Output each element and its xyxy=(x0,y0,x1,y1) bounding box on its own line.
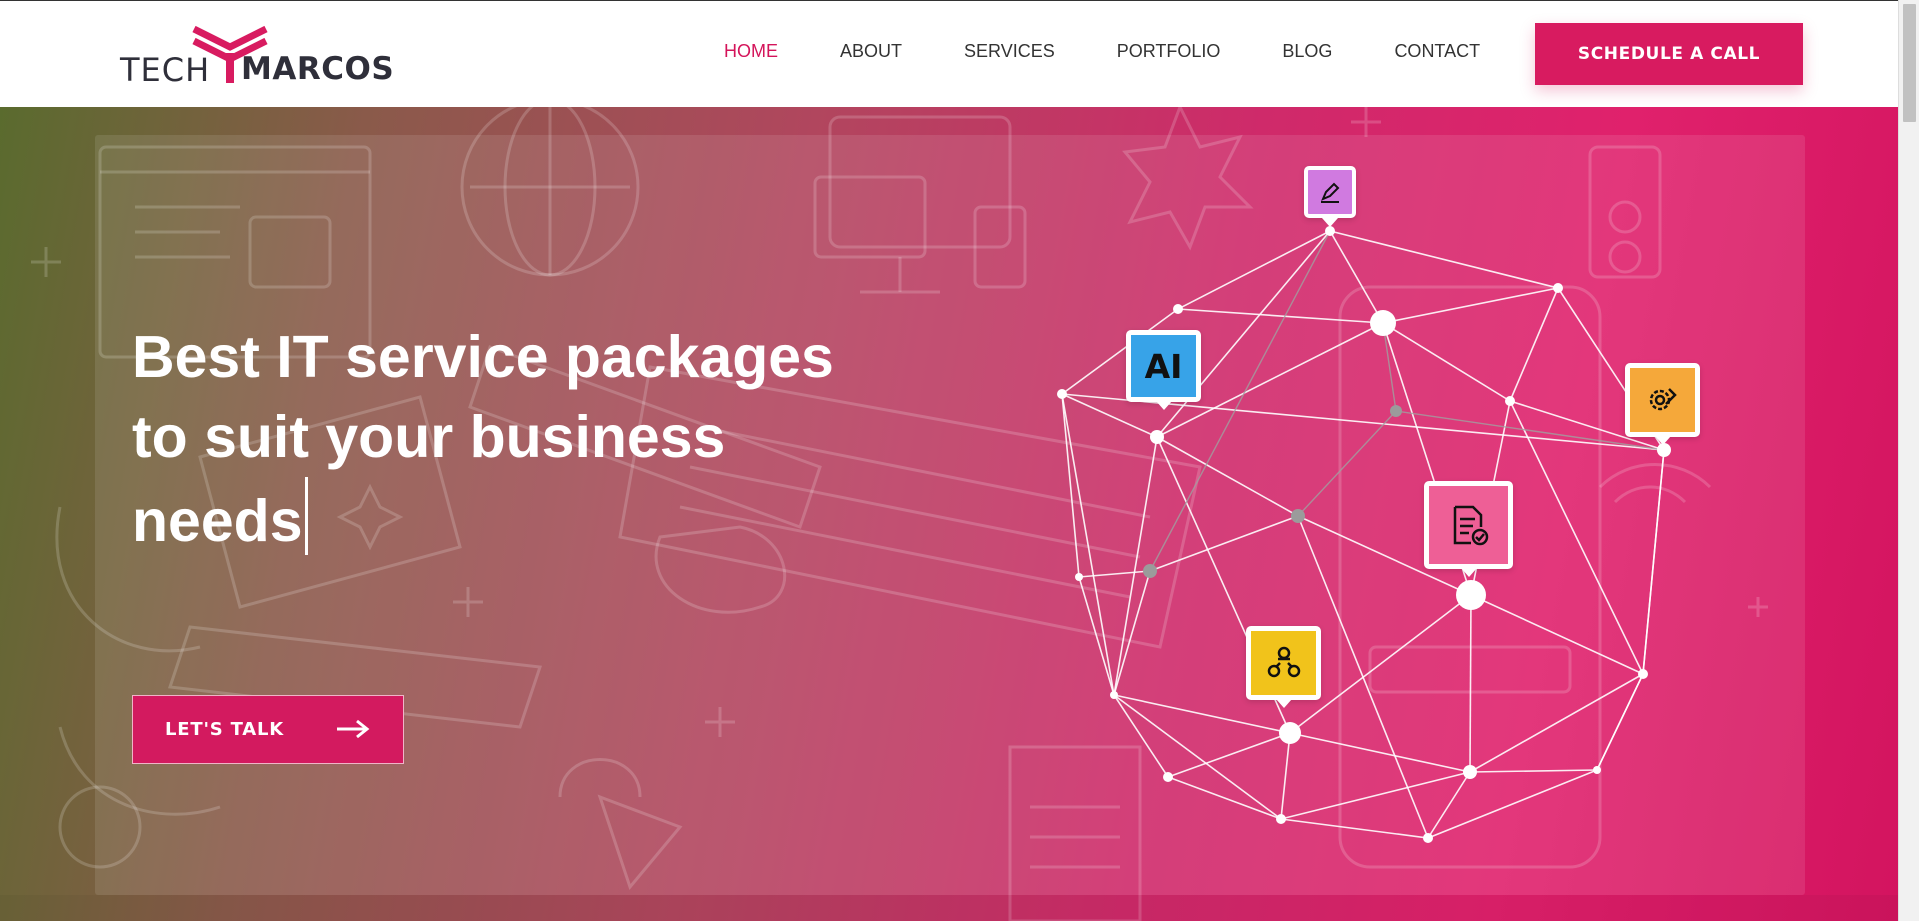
nav-services[interactable]: SERVICES xyxy=(964,41,1055,62)
document-check-icon xyxy=(1424,481,1513,577)
logo[interactable]: TECH MARCOS xyxy=(120,25,394,89)
ai-icon: AI xyxy=(1126,330,1201,410)
site-header: TECH MARCOS HOME ABOUT SERVICES PORTFOLI… xyxy=(0,0,1898,107)
scrollbar-thumb[interactable] xyxy=(1903,4,1916,122)
nav-blog[interactable]: BLOG xyxy=(1282,41,1332,62)
logo-text-tech: TECH xyxy=(120,51,211,89)
nav-home[interactable]: HOME xyxy=(724,41,778,62)
ai-icon-label: AI xyxy=(1144,346,1183,386)
schedule-call-button[interactable]: SCHEDULE A CALL xyxy=(1535,23,1803,85)
network-graphic xyxy=(1057,226,1671,843)
nav-contact[interactable]: CONTACT xyxy=(1394,41,1480,62)
nav-portfolio[interactable]: PORTFOLIO xyxy=(1117,41,1221,62)
gear-wrench-icon xyxy=(1625,363,1700,445)
team-network-icon xyxy=(1246,626,1321,708)
logo-text-marcos: MARCOS xyxy=(241,51,395,87)
nav-about[interactable]: ABOUT xyxy=(840,41,902,62)
main-nav: HOME ABOUT SERVICES PORTFOLIO BLOG CONTA… xyxy=(724,41,1542,62)
pen-icon xyxy=(1304,166,1356,227)
page-scrollbar[interactable] xyxy=(1898,0,1919,921)
